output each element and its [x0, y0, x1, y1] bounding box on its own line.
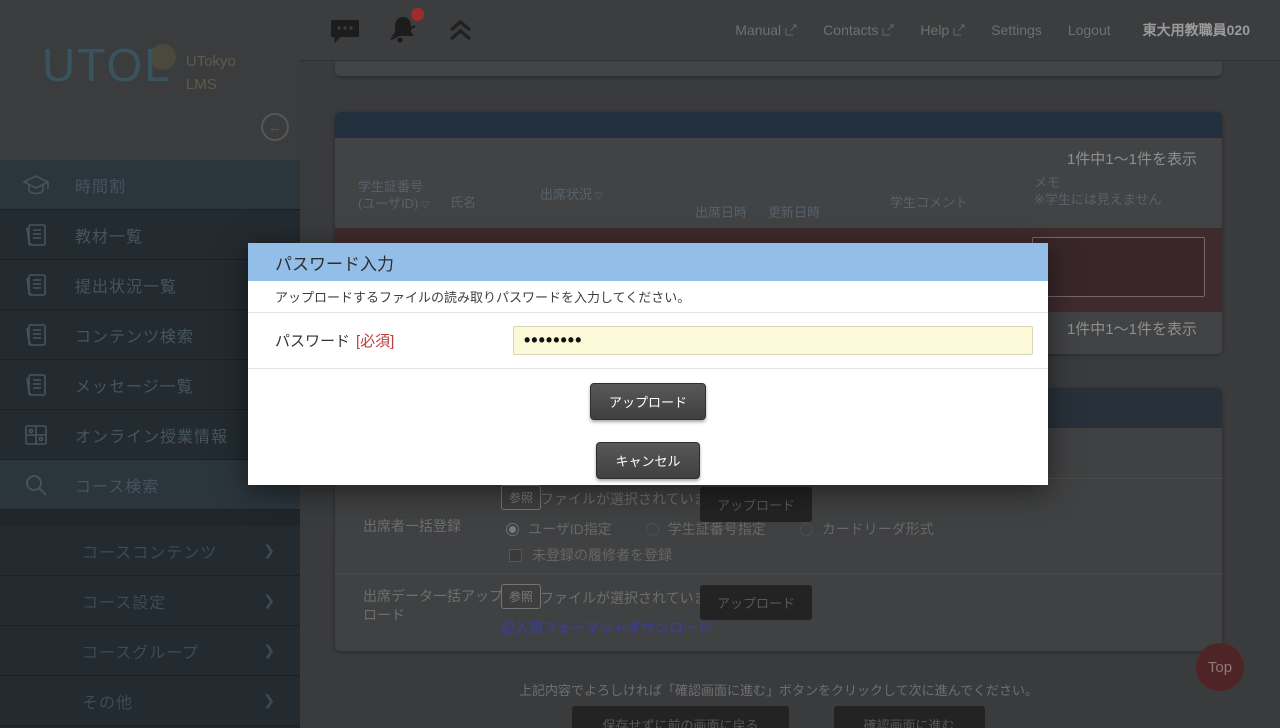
scroll-to-top-button[interactable]: Top [1196, 643, 1244, 691]
notifications-bell-icon[interactable] [385, 12, 421, 48]
topbar-link-manual[interactable]: Manual [735, 22, 797, 38]
column-header-student-no: 学生証番号 (ユーザID)▽ [358, 178, 429, 214]
collapse-header-chevrons-icon[interactable] [447, 18, 474, 43]
logged-in-user-name: 東大用教職員020 [1143, 20, 1250, 40]
sidebar-item-timetable[interactable]: 時間割 [0, 160, 300, 210]
app-logo-subtitle: UTokyo LMS [186, 42, 236, 97]
chevron-right-icon: ❯ [263, 542, 276, 559]
column-header-status: 出席状況▽ [540, 186, 603, 205]
password-input[interactable] [513, 326, 1033, 355]
browse-file-button[interactable]: 参照 [501, 584, 541, 609]
bulk-register-label: 出席者一括登録 [363, 517, 461, 536]
column-header-memo: メモ ※学生には見えません [1034, 174, 1162, 208]
bulk-register-row: 出席者一括登録 参照 ファイルが選択されていません。 アップロード ユーザID指… [335, 479, 1222, 574]
password-input-modal: パスワード入力 アップロードするファイルの読み取りパスワードを入力してください。… [248, 243, 1048, 485]
radio-card-reader[interactable] [800, 523, 813, 536]
bulk-upload-label: 出席データ一括アップロード [363, 587, 513, 625]
sidebar-group-course-settings[interactable]: コース設定 ❯ [0, 576, 300, 626]
unregistered-checkbox[interactable] [509, 549, 522, 562]
modal-title: パスワード入力 [248, 243, 1048, 281]
bulk-upload-row: 出席データ一括アップロード 参照 ファイルが選択されていません。 アップロード … [335, 574, 1222, 646]
column-header-attended-at: 出席日時 [695, 204, 747, 221]
bulk-register-upload-button[interactable]: アップロード [700, 487, 812, 522]
column-header-updated-at: 更新日時 [768, 204, 820, 221]
bulk-upload-upload-button[interactable]: アップロード [700, 585, 812, 620]
sidebar-collapse-button[interactable]: ← [261, 113, 289, 141]
topbar-link-help[interactable]: Help [920, 22, 965, 38]
online-class-icon [21, 423, 51, 447]
card-above-bottom-edge [335, 61, 1222, 76]
browse-file-button[interactable]: 参照 [501, 485, 541, 510]
column-header-student-comment: 学生コメント [890, 194, 968, 211]
modal-cancel-button[interactable]: キャンセル [596, 442, 699, 479]
memo-textarea[interactable] [1032, 237, 1205, 297]
required-badge: [必須] [356, 333, 394, 350]
modal-description: アップロードするファイルの読み取りパスワードを入力してください。 [248, 281, 1048, 313]
chat-icon[interactable] [330, 17, 359, 44]
radio-user-id[interactable] [506, 523, 519, 536]
notification-badge [411, 8, 424, 21]
sidebar-groups: コースコンテンツ ❯ コース設定 ❯ コースグループ ❯ その他 ❯ [0, 526, 300, 726]
sort-indicator-icon[interactable]: ▽ [421, 200, 429, 211]
external-link-icon [882, 24, 894, 36]
topbar: Manual Contacts Help Settings Logout 東大用… [300, 0, 1280, 61]
sidebar-group-course-contents[interactable]: コースコンテンツ ❯ [0, 526, 300, 576]
chevron-right-icon: ❯ [263, 692, 276, 709]
modal-upload-button[interactable]: アップロード [590, 383, 706, 420]
chevron-right-icon: ❯ [263, 642, 276, 659]
external-link-icon [953, 24, 965, 36]
sidebar-logo-area: UTOL UTokyo LMS ← [0, 0, 300, 160]
back-without-saving-button[interactable]: 保存せずに前の画面に戻る [572, 706, 788, 728]
search-icon [21, 472, 51, 498]
submissions-list-icon [21, 272, 51, 298]
chevron-right-icon: ❯ [263, 592, 276, 609]
topbar-link-contacts[interactable]: Contacts [823, 22, 894, 38]
register-unregistered-checkbox-row: 未登録の履修者を登録 [509, 545, 672, 565]
external-link-icon [785, 24, 797, 36]
back-arrow-icon: ← [268, 119, 283, 136]
result-count-text: 1件中1〜1件を表示 [1067, 148, 1197, 169]
sidebar-group-other[interactable]: その他 ❯ [0, 676, 300, 726]
content-search-icon [21, 322, 51, 348]
topbar-link-logout[interactable]: Logout [1068, 22, 1111, 38]
result-count-text: 1件中1〜1件を表示 [1067, 318, 1197, 339]
materials-list-icon [21, 222, 51, 248]
sidebar-group-course-group[interactable]: コースグループ ❯ [0, 626, 300, 676]
sort-indicator-icon[interactable]: ▽ [595, 191, 603, 202]
password-label: パスワード[必須] [275, 330, 513, 351]
column-header-name: 氏名 [450, 194, 476, 211]
sidebar-divider [0, 510, 300, 526]
format-download-link[interactable]: 記入用フォーマットダウンロード [501, 618, 711, 638]
attendance-list-section-bar [335, 112, 1222, 138]
confirm-instruction-text: 上記内容でよろしければ「確認画面に進む」ボタンをクリックして次に進んでください。 [335, 680, 1222, 699]
register-mode-radio-group: ユーザID指定 学生証番号指定 カードリーダ形式 [506, 519, 968, 539]
topbar-link-settings[interactable]: Settings [991, 22, 1042, 38]
proceed-to-confirm-button[interactable]: 確認画面に進む [834, 706, 985, 728]
messages-list-icon [21, 372, 51, 398]
graduation-cap-icon [21, 173, 51, 197]
password-field-row: パスワード[必須] [248, 313, 1048, 369]
app-logo: UTOL [42, 42, 172, 88]
radio-student-no[interactable] [646, 523, 659, 536]
